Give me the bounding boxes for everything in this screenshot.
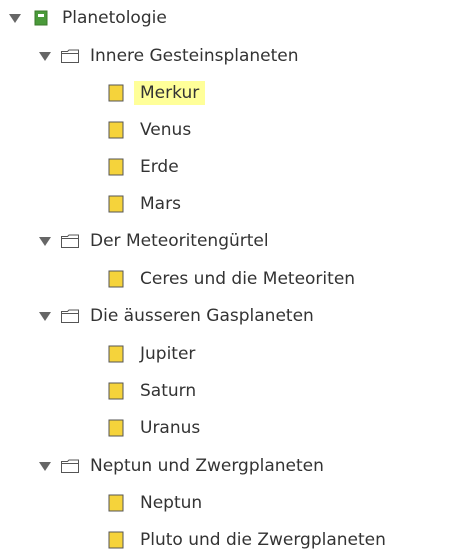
tree-folder-label[interactable]: Innere Gesteinsplaneten — [84, 44, 305, 68]
tree-page-row[interactable]: Merkur — [108, 78, 206, 108]
tree-page-row[interactable]: Uranus — [108, 413, 206, 443]
tree-page-row[interactable]: Erde — [108, 152, 185, 182]
tree-folder-label[interactable]: Der Meteoritengürtel — [84, 229, 275, 253]
tree-folder-row[interactable]: Innere Gesteinsplaneten — [38, 41, 305, 71]
tree-page-label[interactable]: Venus — [134, 118, 197, 142]
page-yellow-icon — [108, 158, 124, 176]
page-yellow-icon — [108, 382, 124, 400]
tree-page-label[interactable]: Ceres und die Meteoriten — [134, 267, 361, 291]
tree-page-row[interactable]: Jupiter — [108, 339, 201, 369]
tree-page-label[interactable]: Neptun — [134, 491, 208, 515]
page-yellow-icon — [108, 345, 124, 363]
tree-page-label[interactable]: Saturn — [134, 379, 202, 403]
folder-icon — [60, 233, 80, 249]
page-yellow-icon — [108, 531, 124, 549]
tree-page-label[interactable]: Pluto und die Zwergplaneten — [134, 528, 392, 552]
expand-triangle-icon[interactable] — [8, 11, 22, 25]
tree-page-label[interactable]: Jupiter — [134, 342, 201, 366]
folder-icon — [60, 48, 80, 64]
tree-page-label[interactable]: Mars — [134, 192, 187, 216]
tree-page-row[interactable]: Neptun — [108, 488, 208, 518]
page-yellow-icon — [108, 270, 124, 288]
tree-page-row[interactable]: Saturn — [108, 376, 202, 406]
tree-page-label-selected[interactable]: Merkur — [134, 81, 206, 105]
page-yellow-icon — [108, 84, 124, 102]
tree-page-row[interactable]: Ceres und die Meteoriten — [108, 264, 361, 294]
tree-page-label[interactable]: Erde — [134, 155, 185, 179]
tree-root-row[interactable]: Planetologie — [8, 3, 173, 33]
expand-triangle-icon[interactable] — [38, 49, 52, 63]
folder-icon — [60, 308, 80, 324]
tree-folder-label[interactable]: Die äusseren Gasplaneten — [84, 304, 320, 328]
tree-page-row[interactable]: Venus — [108, 115, 197, 145]
expand-triangle-icon[interactable] — [38, 459, 52, 473]
tree-page-row[interactable]: Mars — [108, 189, 187, 219]
expand-triangle-icon[interactable] — [38, 234, 52, 248]
navigation-tree: Planetologie Innere Gesteinsplaneten Mer… — [0, 0, 455, 557]
page-yellow-icon — [108, 494, 124, 512]
expand-triangle-icon[interactable] — [38, 309, 52, 323]
tree-folder-row[interactable]: Neptun und Zwergplaneten — [38, 451, 330, 481]
page-yellow-icon — [108, 419, 124, 437]
tree-folder-label[interactable]: Neptun und Zwergplaneten — [84, 454, 330, 478]
tree-page-row[interactable]: Pluto und die Zwergplaneten — [108, 525, 392, 555]
tree-folder-row[interactable]: Die äusseren Gasplaneten — [38, 301, 320, 331]
page-yellow-icon — [108, 121, 124, 139]
folder-icon — [60, 458, 80, 474]
tree-folder-row[interactable]: Der Meteoritengürtel — [38, 226, 275, 256]
page-yellow-icon — [108, 195, 124, 213]
book-green-icon — [34, 10, 48, 26]
tree-page-label[interactable]: Uranus — [134, 416, 206, 440]
tree-root-label[interactable]: Planetologie — [56, 6, 173, 30]
